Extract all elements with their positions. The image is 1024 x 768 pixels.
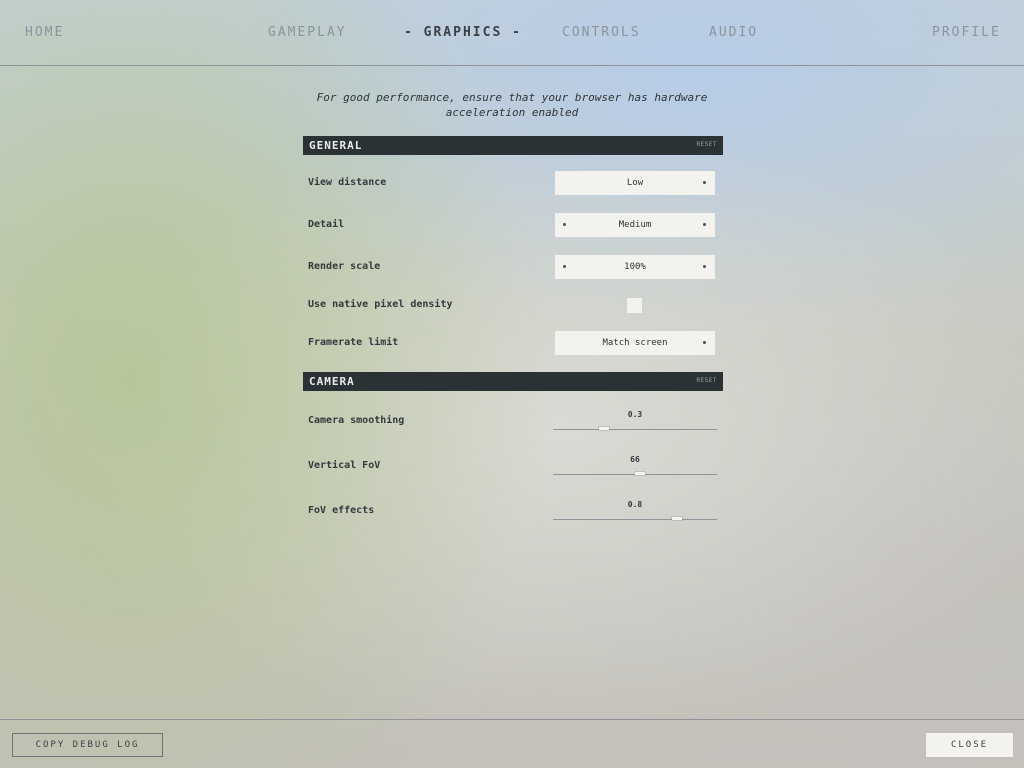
native-pixel-density-checkbox[interactable]	[627, 298, 642, 313]
framerate-limit-label: Framerate limit	[308, 337, 399, 348]
view-distance-label: View distance	[308, 177, 387, 188]
next-arrow-icon[interactable]	[703, 223, 706, 226]
close-button[interactable]: CLOSE	[926, 733, 1013, 757]
camera-section-title: CAMERA	[309, 375, 355, 388]
next-arrow-icon[interactable]	[703, 265, 706, 268]
camera-smoothing-slider[interactable]	[553, 426, 717, 434]
view-distance-value: Low	[626, 178, 644, 188]
framerate-limit-value: Match screen	[602, 338, 668, 348]
fov-effects-label: FoV effects	[308, 505, 375, 516]
framerate-limit-dropdown[interactable]: Match screen	[555, 331, 715, 355]
slider-thumb[interactable]	[599, 427, 609, 430]
camera-smoothing-value: 0.3	[627, 410, 643, 419]
view-distance-dropdown[interactable]: Low	[555, 171, 715, 195]
general-section-title: GENERAL	[309, 139, 363, 152]
detail-value: Medium	[618, 220, 652, 230]
render-scale-label: Render scale	[308, 261, 381, 272]
tab-home[interactable]: HOME	[25, 24, 64, 42]
tab-controls[interactable]: CONTROLS	[562, 24, 641, 42]
tab-graphics[interactable]: - GRAPHICS -	[404, 24, 522, 42]
vertical-fov-label: Vertical FoV	[308, 460, 381, 471]
detail-label: Detail	[308, 219, 345, 230]
next-arrow-icon[interactable]	[703, 341, 706, 344]
native-pixel-density-label: Use native pixel density	[308, 299, 453, 310]
copy-debug-log-button[interactable]: COPY DEBUG LOG	[12, 733, 163, 757]
fov-effects-slider[interactable]	[553, 516, 717, 524]
tab-profile[interactable]: PROFILE	[932, 24, 1001, 42]
performance-notice: For good performance, ensure that your b…	[316, 91, 708, 119]
detail-dropdown[interactable]: Medium	[555, 213, 715, 237]
slider-thumb[interactable]	[672, 517, 682, 520]
slider-thumb[interactable]	[635, 472, 645, 475]
render-scale-dropdown[interactable]: 100%	[555, 255, 715, 279]
top-navigation: HOME GAMEPLAY - GRAPHICS - CONTROLS AUDI…	[0, 0, 1024, 66]
camera-smoothing-label: Camera smoothing	[308, 415, 405, 426]
tab-gameplay[interactable]: GAMEPLAY	[268, 24, 347, 42]
slider-track	[553, 519, 717, 520]
render-scale-value: 100%	[624, 262, 646, 272]
vertical-fov-slider[interactable]	[553, 471, 717, 479]
tab-audio[interactable]: AUDIO	[709, 24, 758, 42]
camera-reset-button[interactable]: RESET	[696, 376, 717, 386]
vertical-fov-value: 66	[630, 455, 640, 464]
general-reset-button[interactable]: RESET	[696, 140, 717, 150]
footer-bar: COPY DEBUG LOG CLOSE	[0, 719, 1024, 768]
fov-effects-value: 0.8	[627, 500, 643, 509]
slider-track	[553, 429, 717, 430]
next-arrow-icon[interactable]	[703, 181, 706, 184]
general-section-header: GENERAL RESET	[303, 136, 723, 155]
camera-section-header: CAMERA RESET	[303, 372, 723, 391]
